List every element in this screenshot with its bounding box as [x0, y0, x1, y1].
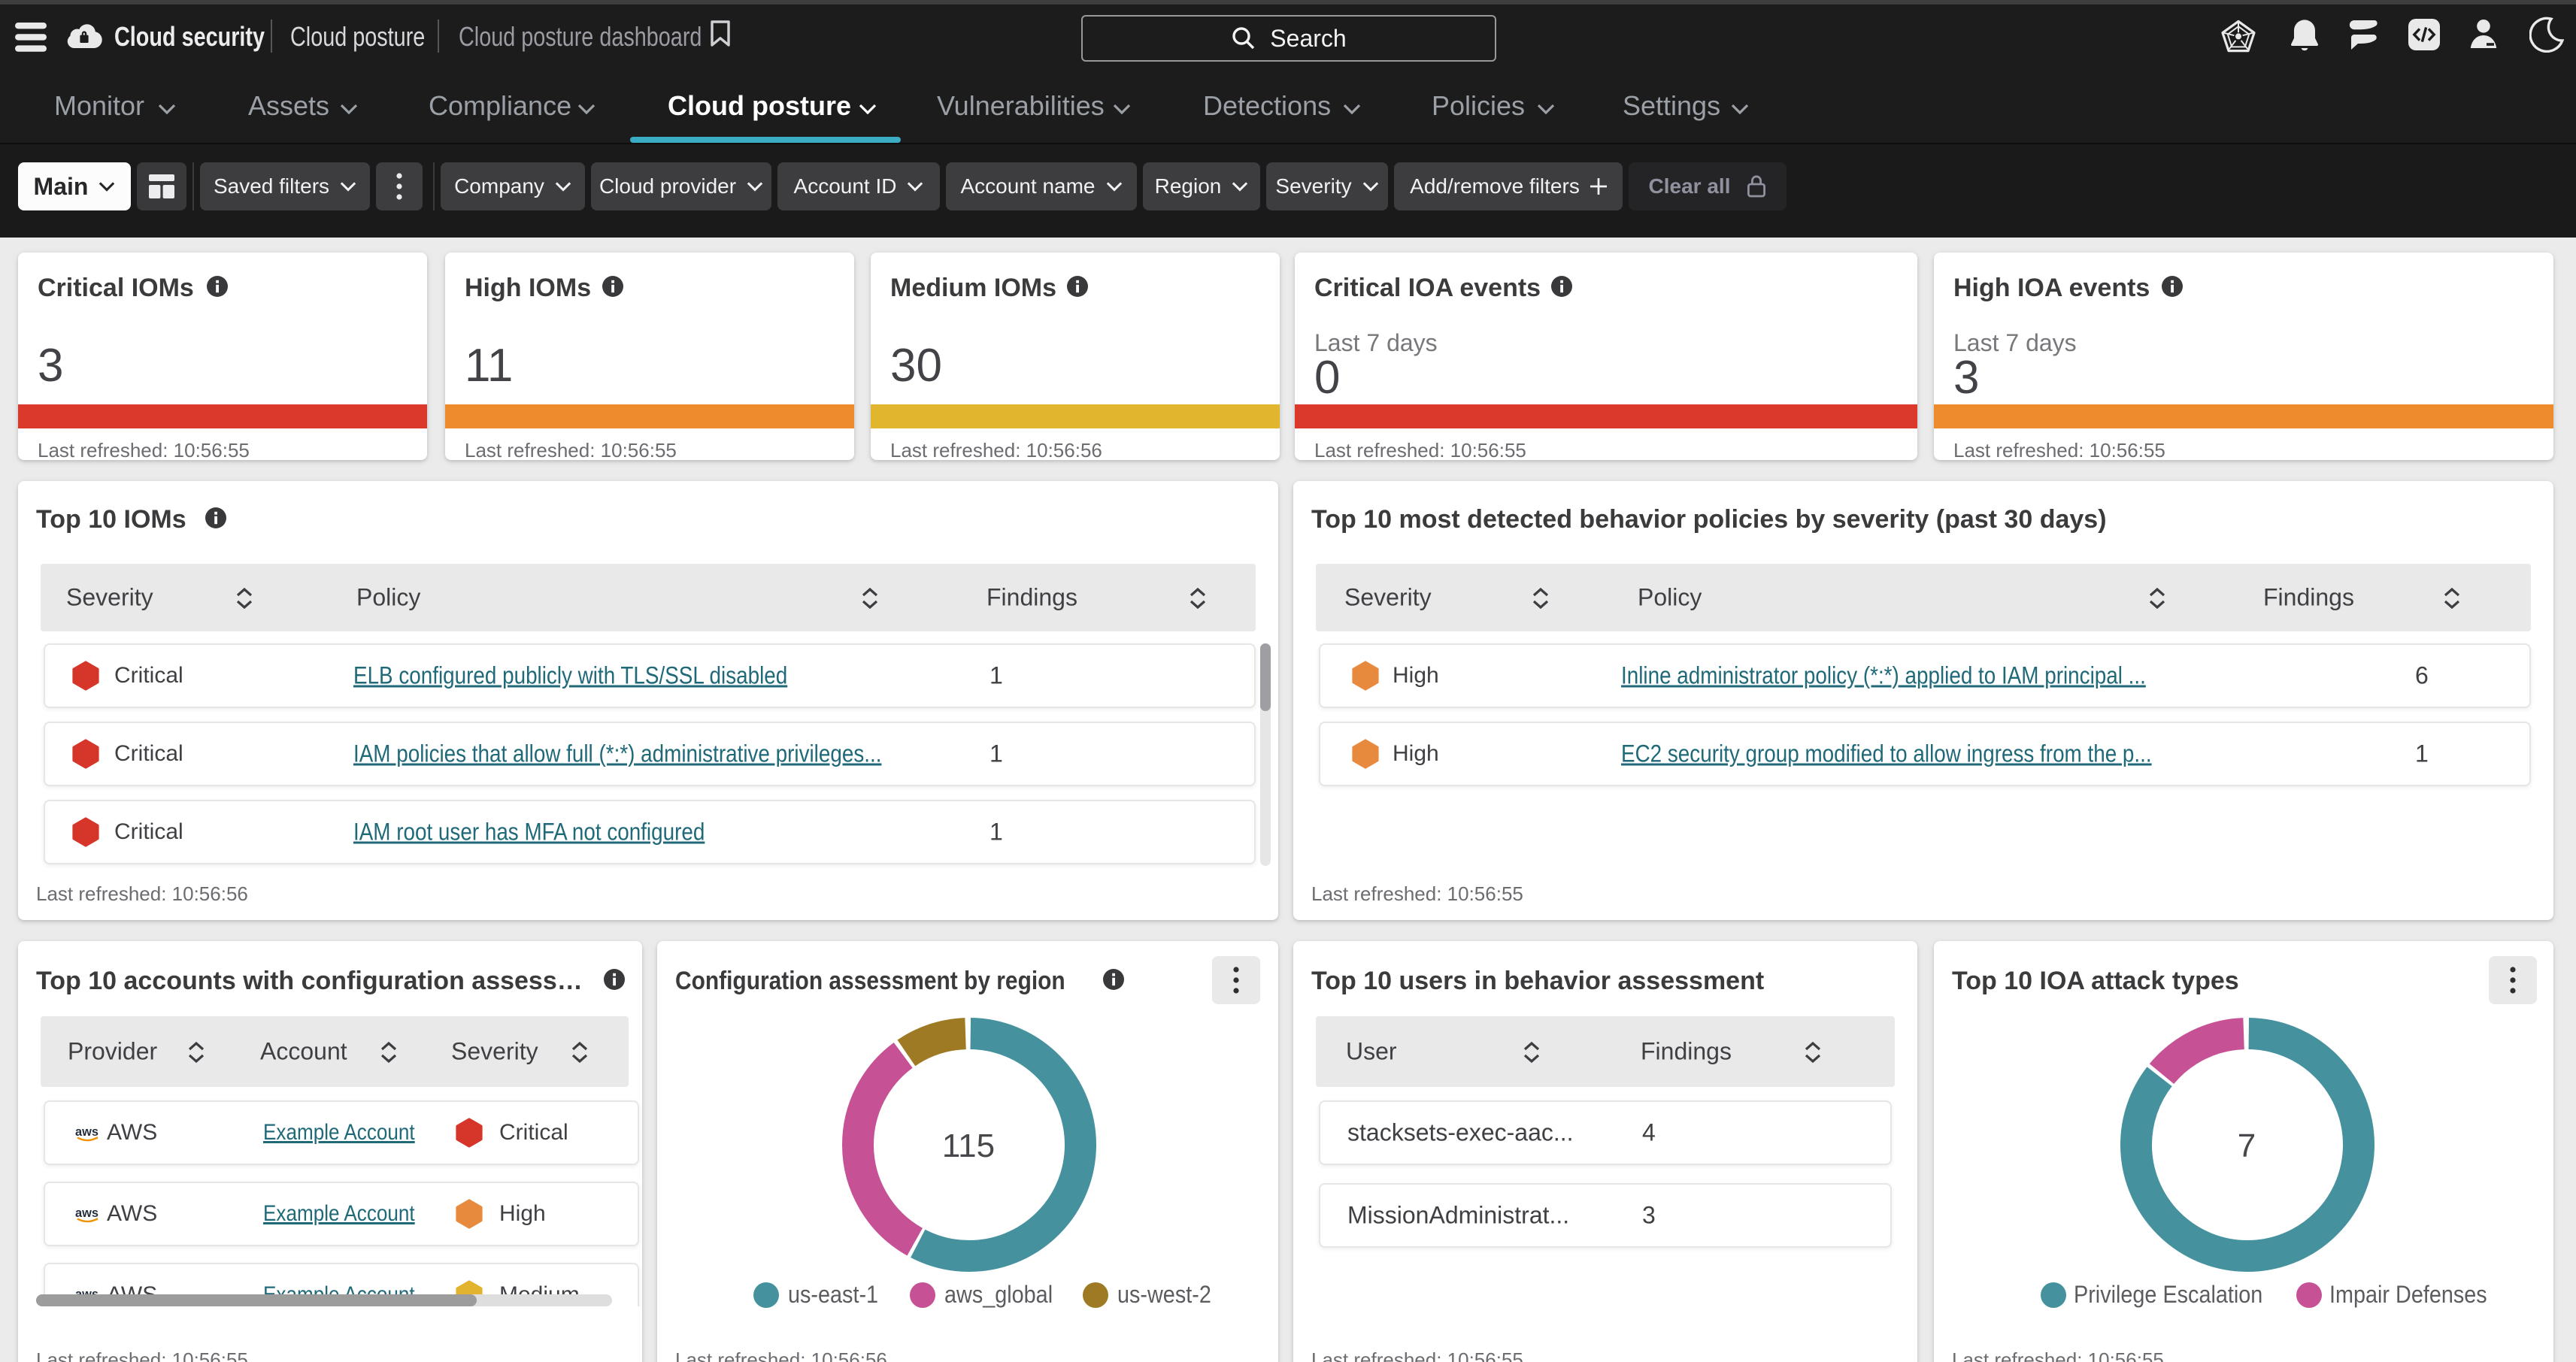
- svg-text:aws: aws: [75, 1125, 98, 1139]
- svg-text:aws: aws: [75, 1206, 98, 1220]
